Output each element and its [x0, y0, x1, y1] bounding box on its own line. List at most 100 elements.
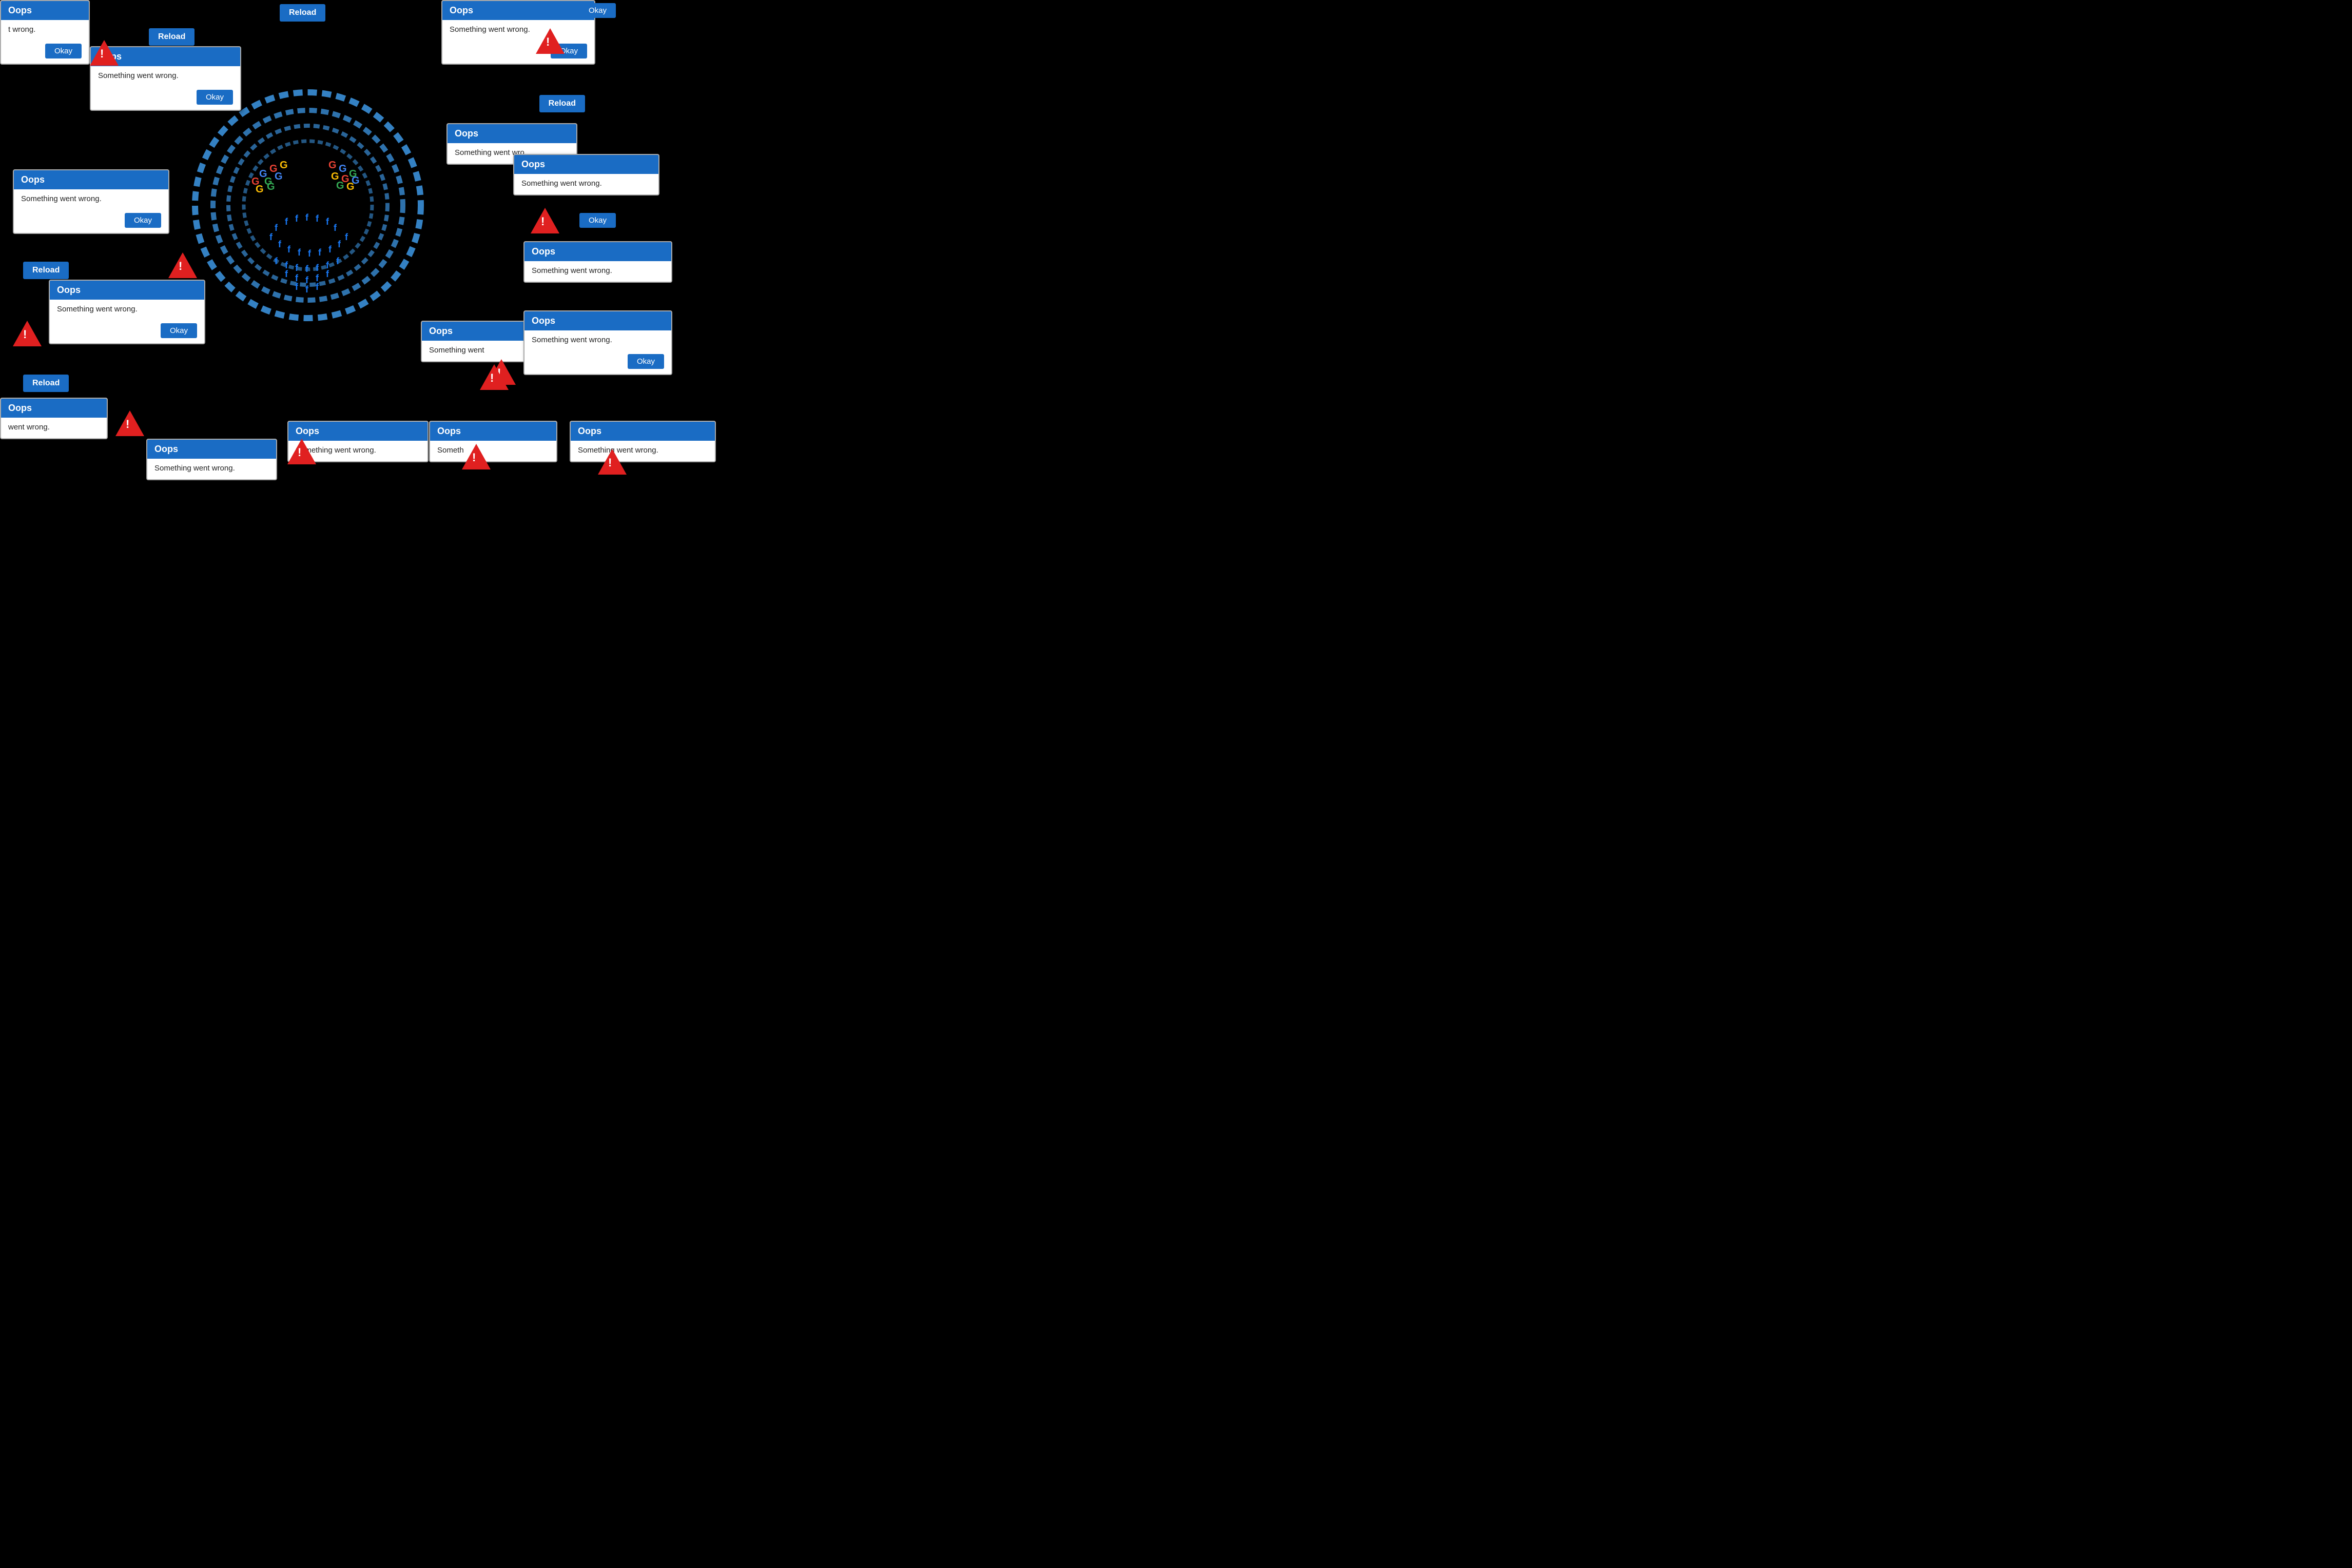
svg-text:f: f [275, 256, 278, 266]
warning-triangle-center-right [480, 364, 509, 390]
dialog-bottom-far-right: Oops Something went wrong. [570, 421, 716, 462]
dialog-body: Something went wrong. [147, 459, 276, 479]
svg-text:f: f [278, 239, 282, 249]
dialog-body: Something went wrong. [524, 330, 671, 351]
okay-button[interactable]: Okay [628, 354, 664, 369]
reload-button-right[interactable]: Reload [539, 95, 585, 112]
svg-text:f: f [305, 284, 309, 295]
svg-text:f: f [305, 264, 309, 274]
dialog-header: Oops [524, 311, 671, 330]
dialog-header: Oops [430, 422, 556, 441]
svg-text:f: f [316, 282, 319, 292]
svg-text:G: G [256, 184, 264, 195]
dialog-right-middle: Oops Something went wrong. [513, 154, 659, 195]
svg-text:G: G [339, 163, 347, 174]
dialog-body: Something went wrong. [91, 66, 240, 87]
dialog-footer: Okay [50, 320, 204, 343]
dialog-header: Oops [288, 422, 427, 441]
chain-spiral-svg: G G G G G G G G G G G G G G G G f f f f … [180, 77, 436, 334]
svg-text:f: f [326, 217, 329, 227]
dialog-body: Something went wrong. [50, 300, 204, 320]
okay-button[interactable]: Okay [125, 213, 161, 228]
dialog-right-lower-2: Oops Something went wrong. Okay [523, 310, 672, 375]
svg-text:f: f [285, 217, 288, 227]
dialog-header: Oops [1, 1, 89, 20]
svg-text:f: f [318, 247, 322, 258]
dialog-header: Oops [1, 399, 107, 418]
svg-text:G: G [346, 181, 355, 192]
dialog-body: Something went wrong. [571, 441, 715, 461]
reload-button-top-center[interactable]: Reload [280, 4, 325, 22]
center-artwork: G G G G G G G G G G G G G G G G f f f f … [200, 97, 416, 313]
svg-text:f: f [334, 223, 337, 233]
svg-text:f: f [287, 244, 291, 254]
dialog-footer: Okay [14, 210, 168, 233]
dialog-header: Oops [147, 440, 276, 459]
dialog-top-left-partial: Oops t wrong. Okay [0, 0, 90, 65]
okay-button-top-right-edge[interactable]: Okay [579, 3, 616, 18]
dialog-body: went wrong. [1, 418, 107, 438]
svg-text:G: G [267, 181, 275, 192]
okay-button[interactable]: Okay [197, 90, 233, 105]
svg-text:f: f [269, 232, 273, 242]
dialog-body: Something went wrong. [524, 261, 671, 282]
dialog-footer: Okay [524, 351, 671, 374]
svg-text:f: f [328, 244, 332, 254]
svg-text:f: f [316, 263, 319, 273]
warning-triangle-bottom-far-right [598, 449, 627, 475]
svg-text:G: G [336, 180, 344, 191]
dialog-bottom-left-2: Oops Something went wrong. [146, 439, 277, 480]
dialog-header: Oops [14, 170, 168, 189]
svg-text:f: f [295, 263, 299, 273]
warning-triangle-right-mid [531, 208, 559, 233]
warning-triangle-1 [90, 40, 119, 66]
warning-triangle-bottom-left-2 [115, 410, 144, 436]
okay-button[interactable]: Okay [161, 323, 197, 338]
dialog-footer: Okay [91, 87, 240, 110]
warning-triangle-top-right [536, 28, 565, 54]
svg-text:f: f [336, 256, 340, 266]
svg-text:f: f [305, 275, 309, 285]
warning-triangle-left-mid [168, 252, 197, 278]
reload-button-topleft[interactable]: Reload [149, 28, 195, 46]
dialog-top-right: Oops Something went wrong. Okay [441, 0, 595, 65]
svg-text:f: f [295, 282, 299, 292]
reload-button-left[interactable]: Reload [23, 262, 69, 279]
dialog-body: Someth [430, 441, 556, 461]
dialog-left-large: Oops Something went wrong. Okay [13, 169, 169, 234]
dialog-header: Oops [514, 155, 658, 174]
dialog-header: Oops [524, 242, 671, 261]
dialog-header: Oops [442, 1, 594, 20]
svg-text:f: f [316, 213, 319, 224]
dialog-bottom-center-right: Oops Someth [429, 421, 557, 462]
dialog-bottom-left-partial: Oops went wrong. [0, 398, 108, 439]
dialog-header: Oops [50, 281, 204, 300]
svg-text:f: f [285, 269, 288, 279]
reload-button-bottom-left[interactable]: Reload [23, 375, 69, 392]
svg-text:G: G [275, 171, 283, 182]
svg-text:f: f [326, 269, 329, 279]
dialog-header: Oops [448, 124, 576, 143]
warning-triangle-bottom-right-2 [462, 444, 491, 469]
svg-text:f: f [298, 247, 301, 258]
dialog-body: Something went wrong. [14, 189, 168, 210]
okay-button[interactable]: Okay [45, 44, 82, 58]
warning-triangle-bottom-left [13, 321, 42, 346]
dialog-body: t wrong. [1, 20, 89, 41]
svg-text:f: f [345, 232, 348, 242]
svg-text:f: f [275, 223, 278, 233]
dialog-body: Something went wrong. [514, 174, 658, 194]
dialog-left-second: Oops Something went wrong. Okay [49, 280, 205, 344]
svg-text:f: f [338, 239, 341, 249]
warning-triangle-bottom-center [287, 439, 316, 464]
okay-button-right-edge[interactable]: Okay [579, 213, 616, 228]
dialog-body: Something went wrong. [442, 20, 594, 41]
svg-text:f: f [308, 248, 312, 259]
svg-text:G: G [328, 160, 337, 171]
dialog-footer: Okay [1, 41, 89, 64]
dialog-footer: Okay [442, 41, 594, 64]
dialog-right-lower-1: Oops Something went wrong. [523, 241, 672, 283]
svg-text:f: f [295, 213, 299, 224]
svg-text:f: f [305, 212, 309, 223]
svg-text:G: G [280, 160, 288, 171]
